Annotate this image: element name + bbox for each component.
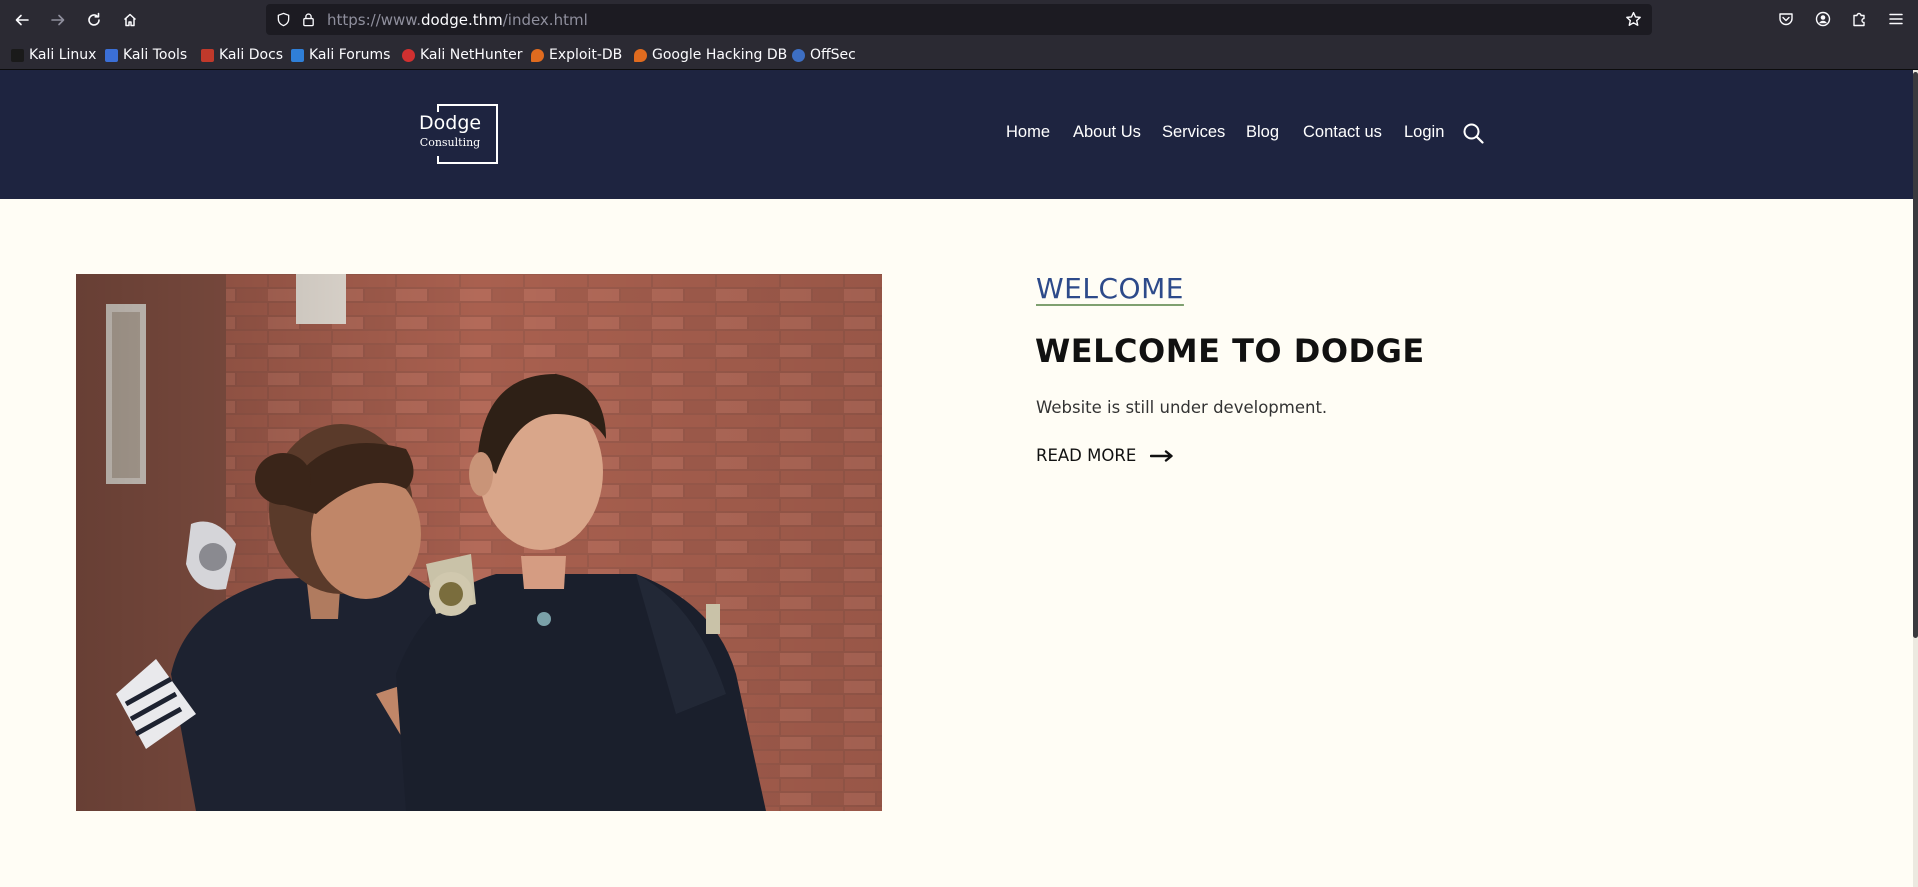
reload-icon [88, 12, 100, 26]
nav-blog[interactable]: Blog [1246, 123, 1279, 142]
bookmark-label: Google Hacking DB [652, 47, 788, 63]
account-icon [1815, 11, 1831, 27]
nav-services[interactable]: Services [1162, 123, 1225, 142]
kali-forums-icon [291, 48, 304, 62]
logo-frame [437, 156, 439, 164]
ghdb-icon [634, 48, 647, 62]
scrollbar-thumb[interactable] [1913, 72, 1918, 638]
browser-toolbar: https://www.dodge.thm/index.html [0, 0, 1918, 39]
url-text[interactable]: https://www.dodge.thm/index.html [327, 11, 588, 29]
read-more-button[interactable]: READ MORE [1036, 446, 1174, 465]
home-button[interactable] [115, 5, 145, 35]
bookmark-label: Kali Linux [29, 47, 97, 63]
hero-photo [76, 274, 882, 811]
bookmark-label: Exploit-DB [549, 47, 623, 63]
read-more-label: READ MORE [1036, 446, 1137, 465]
puzzle-icon [1853, 12, 1865, 27]
bookmark-kali-docs[interactable]: Kali Docs [201, 45, 283, 65]
nav-home[interactable]: Home [1006, 123, 1050, 142]
bookmark-kali-forums[interactable]: Kali Forums [291, 45, 390, 65]
url-prefix: https://www. [327, 11, 421, 29]
bookmark-exploit-db[interactable]: Exploit-DB [531, 45, 622, 65]
arrow-left-icon [15, 14, 29, 26]
reload-button[interactable] [79, 5, 109, 35]
kali-docs-icon [201, 48, 214, 62]
nethunter-icon [402, 48, 415, 62]
bookmark-kali-nethunter[interactable]: Kali NetHunter [402, 45, 522, 65]
nav-contact-us[interactable]: Contact us [1303, 123, 1382, 142]
bookmark-label: Kali Docs [219, 47, 284, 63]
address-bar[interactable]: https://www.dodge.thm/index.html [266, 4, 1652, 35]
bookmark-label: Kali Forums [309, 47, 391, 63]
hamburger-icon [1889, 13, 1903, 25]
shield-icon[interactable] [276, 12, 291, 27]
hero-title: WELCOME TO DODGE [1035, 332, 1425, 370]
pocket-button[interactable] [1776, 9, 1796, 29]
kali-dragon-icon [11, 48, 24, 62]
nav-about-us[interactable]: About Us [1073, 123, 1141, 142]
offsec-icon [792, 48, 805, 62]
hero-description: Website is still under development. [1036, 398, 1328, 417]
exploit-db-icon [531, 48, 544, 62]
app-menu-button[interactable] [1886, 9, 1906, 29]
bookmarks-bar: Kali Linux Kali Tools Kali Docs Kali For… [0, 39, 1918, 70]
page-viewport: Dodge Consulting Home About Us Services … [0, 70, 1918, 887]
logo-frame [437, 104, 439, 112]
home-icon [123, 13, 137, 27]
police-officers-photo [76, 274, 882, 811]
logo-frame [437, 162, 498, 164]
forward-button[interactable] [43, 5, 73, 35]
bookmark-label: OffSec [810, 47, 856, 63]
extensions-button[interactable] [1849, 9, 1869, 29]
lock-icon[interactable] [301, 12, 316, 27]
long-arrow-right-icon [1150, 449, 1173, 462]
url-domain: dodge.thm [420, 11, 503, 29]
page-scrollbar[interactable] [1913, 70, 1918, 887]
main-nav: Home About Us Services Blog Contact us L… [0, 123, 1913, 145]
bookmark-google-hacking-db[interactable]: Google Hacking DB [634, 45, 787, 65]
account-button[interactable] [1813, 9, 1833, 29]
nav-login[interactable]: Login [1404, 123, 1444, 142]
kali-tools-icon [105, 48, 118, 62]
welcome-link[interactable]: WELCOME [1036, 272, 1184, 305]
bookmark-offsec[interactable]: OffSec [792, 45, 856, 65]
bookmark-label: Kali Tools [123, 47, 188, 63]
bookmark-label: Kali NetHunter [420, 47, 523, 63]
pocket-icon [1779, 13, 1793, 26]
arrow-right-icon [51, 14, 65, 26]
logo-frame [437, 104, 498, 106]
bookmark-kali-tools[interactable]: Kali Tools [105, 45, 187, 65]
star-icon[interactable] [1625, 11, 1642, 28]
search-icon[interactable] [1462, 122, 1484, 144]
bookmark-kali-linux[interactable]: Kali Linux [11, 45, 96, 65]
url-path: /index.html [502, 11, 588, 29]
back-button[interactable] [7, 5, 37, 35]
site-header: Dodge Consulting Home About Us Services … [0, 70, 1913, 199]
